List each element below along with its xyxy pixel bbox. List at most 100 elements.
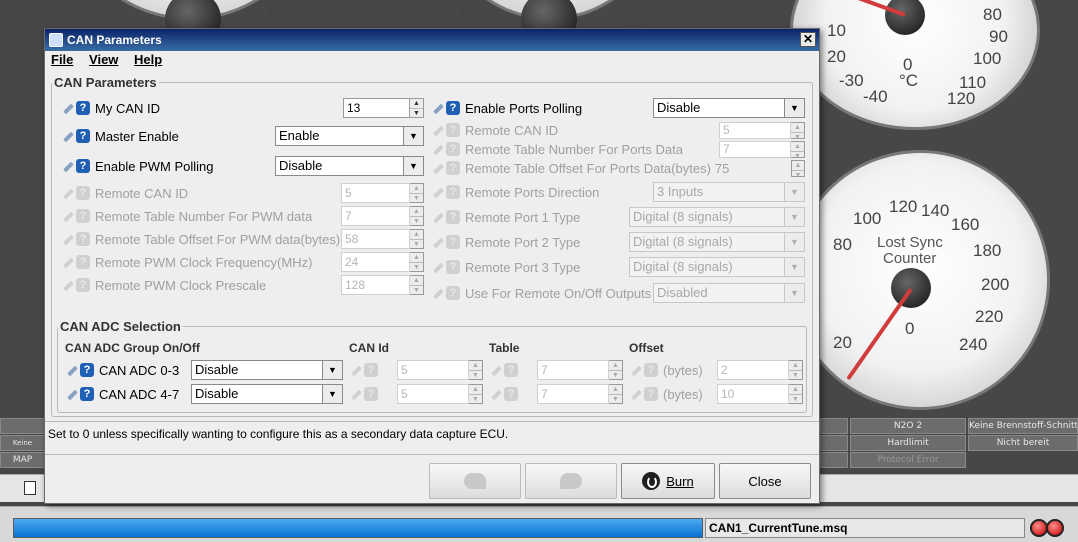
arrow-up-icon: ▲ <box>413 254 420 261</box>
pencil-icon <box>349 363 363 377</box>
remote-can-id-ports-stepper: 5 ▲ ▼ <box>719 122 805 141</box>
chevron-down-icon[interactable]: ▼ <box>404 126 424 146</box>
enable-ports-polling-select[interactable]: Disable ▼ <box>653 98 805 118</box>
select-value: Disabled <box>653 283 785 303</box>
pencil-icon <box>431 210 445 224</box>
field-label: Remote CAN ID <box>95 185 189 201</box>
pencil-icon <box>349 387 363 401</box>
row-remote-table-number-pwm: ? Remote Table Number For PWM data <box>61 205 312 227</box>
gauge-hub <box>885 0 925 35</box>
pencil-icon <box>61 186 75 200</box>
select-value[interactable]: Disable <box>275 156 404 176</box>
my-can-id-stepper[interactable]: 13 ▲ ▼ <box>343 98 424 118</box>
pencil-icon <box>431 142 445 156</box>
stepper-value[interactable]: 13 <box>343 98 410 118</box>
arrow-up-icon: ▲ <box>472 362 479 369</box>
stepper-arrows[interactable]: ▲ ▼ <box>410 98 424 118</box>
help-icon[interactable]: ? <box>76 101 90 115</box>
master-enable-select[interactable]: Enable ▼ <box>275 126 424 146</box>
pencil-icon[interactable] <box>65 363 79 377</box>
select-value[interactable]: Disable <box>653 98 785 118</box>
menu-help[interactable]: Help <box>134 52 162 67</box>
select-value[interactable]: Enable <box>275 126 404 146</box>
status-cell: N2O 2 <box>850 418 966 434</box>
close-button[interactable]: Close <box>719 463 811 499</box>
chevron-down-icon[interactable]: ▼ <box>404 156 424 176</box>
help-icon[interactable]: ? <box>80 387 94 401</box>
pencil-icon[interactable] <box>61 129 75 143</box>
arrow-up-icon: ▲ <box>413 277 420 284</box>
stepper-arrows: ▲ ▼ <box>609 384 623 404</box>
gauge-label: 0 <box>905 319 915 338</box>
close-icon[interactable]: ✕ <box>800 32 816 47</box>
chevron-down-icon[interactable]: ▼ <box>323 384 343 404</box>
menu-file[interactable]: File <box>51 52 73 67</box>
pencil-icon[interactable] <box>61 159 75 173</box>
gauge-label: 160 <box>951 215 980 234</box>
gauge-label: -30 <box>839 71 864 90</box>
can-adc-4-7-can-id-icons: ? <box>349 383 383 405</box>
gauge-hub <box>891 268 931 308</box>
field-label: Remote Table Offset For PWM data(bytes) <box>95 231 341 247</box>
toolbar-strip-left <box>0 474 45 502</box>
select-value[interactable]: Disable <box>191 384 323 404</box>
select-value[interactable]: Disable <box>191 360 323 380</box>
can-adc-4-7-select[interactable]: Disable ▼ <box>191 384 343 404</box>
help-icon[interactable]: ? <box>76 129 90 143</box>
pencil-icon <box>61 278 75 292</box>
stepper-value: 5 <box>397 360 469 380</box>
chevron-down-icon[interactable]: ▼ <box>785 98 805 118</box>
arrow-down-icon: ▼ <box>789 370 802 380</box>
pencil-icon <box>431 260 445 274</box>
can-adc-4-7-offset-label: ? (bytes) <box>629 383 703 405</box>
gauge-label: 80 <box>833 235 852 254</box>
toolbar-strip-right <box>820 474 1078 502</box>
row-remote-port-2-type: ? Remote Port 2 Type <box>431 231 580 253</box>
undo-icon <box>464 473 486 489</box>
dialog-titlebar[interactable]: CAN Parameters ✕ <box>45 29 819 51</box>
pencil-icon <box>431 123 445 137</box>
help-icon: ? <box>446 260 460 274</box>
arrow-down-icon[interactable]: ▼ <box>410 108 423 118</box>
help-icon: ? <box>364 387 378 401</box>
status-cell: Hardlimit <box>850 435 966 451</box>
stepper-value: 5 <box>397 384 469 404</box>
row-remote-ports-direction: ? Remote Ports Direction <box>431 181 599 203</box>
stepper-arrows: ▲ ▼ <box>469 360 483 380</box>
stepper-value: 5 <box>719 122 791 139</box>
field-label: Remote Port 1 Type <box>465 209 581 225</box>
pencil-icon <box>431 286 445 300</box>
enable-pwm-polling-select[interactable]: Disable ▼ <box>275 156 424 176</box>
help-icon: ? <box>446 286 460 300</box>
pencil-icon <box>629 387 643 401</box>
field-label: Use For Remote On/Off Outputs <box>465 285 652 301</box>
can-adc-4-7-offset-stepper: 10 ▲ ▼ <box>717 384 803 404</box>
pencil-icon <box>61 232 75 246</box>
select-value: 3 Inputs <box>653 182 785 202</box>
help-icon[interactable]: ? <box>80 363 94 377</box>
pencil-icon[interactable] <box>65 387 79 401</box>
select-value: Digital (8 signals) <box>629 207 785 227</box>
help-icon[interactable]: ? <box>446 101 460 115</box>
gauge-lost-sync-counter: 100 120 140 160 80 180 Lost Sync Counter… <box>790 150 1050 410</box>
can-adc-0-3-select[interactable]: Disable ▼ <box>191 360 343 380</box>
field-label: Remote Table Number For PWM data <box>95 208 313 224</box>
stepper-arrows: ▲ ▼ <box>791 141 805 160</box>
page-icon[interactable] <box>24 481 36 495</box>
help-icon: ? <box>76 255 90 269</box>
help-icon[interactable]: ? <box>76 159 90 173</box>
stepper-value: 2 <box>717 360 789 380</box>
row-remote-table-number-ports: ? Remote Table Number For Ports Data <box>431 140 683 158</box>
remote-table-number-ports-stepper: 7 ▲ ▼ <box>719 141 805 160</box>
arrow-up-icon: ▲ <box>472 386 479 393</box>
chevron-down-icon[interactable]: ▼ <box>323 360 343 380</box>
arrow-up-icon[interactable]: ▲ <box>410 99 423 108</box>
menu-view[interactable]: View <box>89 52 118 67</box>
stepper-value: 58 <box>341 229 410 249</box>
gauge-label: 120 <box>889 197 918 216</box>
pencil-icon[interactable] <box>431 101 445 115</box>
stepper-value: 24 <box>341 252 410 272</box>
remote-table-offset-pwm-stepper: 58 ▲ ▼ <box>341 229 424 249</box>
pencil-icon[interactable] <box>61 101 75 115</box>
burn-button[interactable]: Burn <box>621 463 715 499</box>
